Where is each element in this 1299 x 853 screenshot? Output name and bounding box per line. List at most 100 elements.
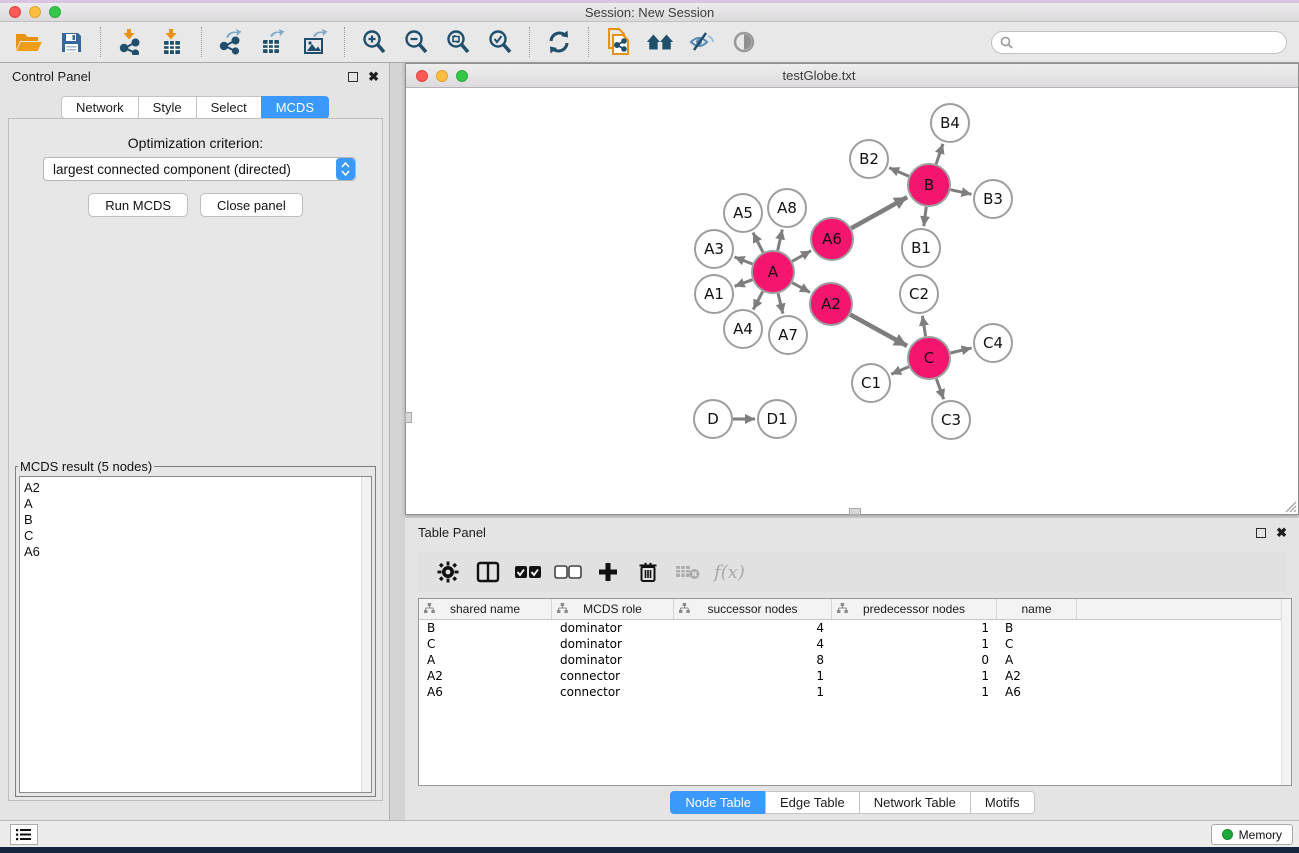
table-row-b[interactable]: Bdominator41B [419, 620, 1291, 636]
run-mcds-button[interactable]: Run MCDS [88, 193, 188, 217]
graph-node-D[interactable]: D [694, 400, 732, 438]
graph-node-B1[interactable]: B1 [902, 229, 940, 267]
graph-node-C3[interactable]: C3 [932, 401, 970, 439]
create-column-icon[interactable] [593, 557, 623, 587]
result-item-a6[interactable]: A6 [20, 544, 371, 560]
column-header-shared-name[interactable]: shared name [419, 599, 552, 619]
canvas-left-handle[interactable] [405, 412, 412, 423]
graph-node-A2[interactable]: A2 [810, 283, 852, 325]
close-table-panel-icon[interactable]: ✖ [1276, 528, 1287, 538]
import-network-icon[interactable] [115, 27, 145, 57]
edge-A2-C[interactable] [850, 315, 907, 346]
delete-column-icon[interactable] [633, 557, 663, 587]
graph-node-A5[interactable]: A5 [724, 194, 762, 232]
edge-C-C3[interactable] [936, 379, 943, 400]
task-history-button[interactable] [10, 824, 38, 845]
tab-network[interactable]: Network [61, 96, 139, 119]
edge-B-B1[interactable] [924, 207, 926, 226]
close-panel-icon[interactable]: ✖ [368, 72, 379, 82]
minimize-window-button[interactable] [29, 6, 41, 18]
table-row-a6[interactable]: A6connector11A6 [419, 684, 1291, 700]
export-table-icon[interactable] [258, 27, 288, 57]
edge-A-A7[interactable] [778, 293, 783, 313]
network-maximize-button[interactable] [456, 70, 468, 82]
zoom-fit-icon[interactable] [443, 27, 473, 57]
tab-style[interactable]: Style [138, 96, 197, 119]
graph-node-A8[interactable]: A8 [768, 189, 806, 227]
table-row-a[interactable]: Adominator80A [419, 652, 1291, 668]
result-item-c[interactable]: C [20, 528, 371, 544]
optimization-criterion-select[interactable]: largest connected component (directed) [43, 157, 356, 181]
tab-select[interactable]: Select [196, 96, 262, 119]
graph-node-A3[interactable]: A3 [695, 230, 733, 268]
maximize-window-button[interactable] [49, 6, 61, 18]
search-input[interactable] [1019, 35, 1278, 49]
result-item-a[interactable]: A [20, 496, 371, 512]
edge-A-A3[interactable] [734, 257, 752, 264]
graph-node-B3[interactable]: B3 [974, 180, 1012, 218]
graph-node-A[interactable]: A [752, 251, 794, 293]
tab-motifs[interactable]: Motifs [970, 791, 1035, 814]
tab-mcds[interactable]: MCDS [261, 96, 329, 119]
tab-network-table[interactable]: Network Table [859, 791, 971, 814]
edge-C-C4[interactable] [950, 348, 971, 353]
close-window-button[interactable] [9, 6, 21, 18]
result-item-a2[interactable]: A2 [20, 480, 371, 496]
graph-node-B[interactable]: B [908, 164, 950, 206]
network-minimize-button[interactable] [436, 70, 448, 82]
edge-C-C2[interactable] [922, 316, 925, 337]
edge-B-B3[interactable] [950, 190, 971, 195]
clone-network-icon[interactable] [603, 27, 633, 57]
hide-labels-icon[interactable] [687, 27, 717, 57]
zoom-selected-icon[interactable] [485, 27, 515, 57]
resize-grip[interactable] [1282, 498, 1297, 513]
import-table-icon[interactable] [157, 27, 187, 57]
table-settings-gear-icon[interactable] [433, 557, 463, 587]
table-row-c[interactable]: Cdominator41C [419, 636, 1291, 652]
export-image-icon[interactable] [300, 27, 330, 57]
table-row-a2[interactable]: A2connector11A2 [419, 668, 1291, 684]
save-session-icon[interactable] [56, 27, 86, 57]
graph-node-A1[interactable]: A1 [695, 275, 733, 313]
column-header-predecessor-nodes[interactable]: predecessor nodes [832, 599, 997, 619]
tab-edge-table[interactable]: Edge Table [765, 791, 860, 814]
edge-B-B2[interactable] [889, 168, 909, 177]
column-header-name[interactable]: name [997, 599, 1077, 619]
edge-B-B4[interactable] [936, 144, 943, 164]
zoom-out-icon[interactable] [401, 27, 431, 57]
canvas-bottom-handle[interactable] [849, 508, 861, 515]
graph-node-D1[interactable]: D1 [758, 400, 796, 438]
graph-node-C2[interactable]: C2 [900, 275, 938, 313]
memory-button[interactable]: Memory [1211, 824, 1293, 845]
unselect-all-columns-icon[interactable] [553, 557, 583, 587]
result-item-b[interactable]: B [20, 512, 371, 528]
search-field[interactable] [991, 31, 1287, 54]
network-graph[interactable]: AA1A3A4A5A7A8A6A2BB1B2B3B4CC1C2C3C4DD1 [407, 89, 1297, 513]
graph-node-C[interactable]: C [908, 337, 950, 379]
edge-C-C1[interactable] [891, 367, 909, 375]
graph-node-B4[interactable]: B4 [931, 104, 969, 142]
graph-node-C4[interactable]: C4 [974, 324, 1012, 362]
float-panel-icon[interactable] [348, 72, 358, 82]
result-list-scrollbar[interactable] [361, 477, 371, 792]
graph-node-A7[interactable]: A7 [769, 316, 807, 354]
network-close-button[interactable] [416, 70, 428, 82]
select-all-columns-icon[interactable] [513, 557, 543, 587]
close-panel-button[interactable]: Close panel [200, 193, 303, 217]
edge-A-A1[interactable] [735, 280, 753, 287]
tab-node-table[interactable]: Node Table [670, 791, 766, 814]
float-table-panel-icon[interactable] [1256, 528, 1266, 538]
column-header-successor-nodes[interactable]: successor nodes [674, 599, 832, 619]
open-session-icon[interactable] [14, 27, 44, 57]
zoom-in-icon[interactable] [359, 27, 389, 57]
edge-A-A4[interactable] [753, 291, 763, 309]
graph-node-A4[interactable]: A4 [724, 310, 762, 348]
export-network-icon[interactable] [216, 27, 246, 57]
home-networks-icon[interactable] [645, 27, 675, 57]
edge-A-A6[interactable] [792, 251, 811, 262]
table-scrollbar[interactable] [1281, 599, 1291, 785]
refresh-layout-icon[interactable] [544, 27, 574, 57]
network-canvas[interactable]: AA1A3A4A5A7A8A6A2BB1B2B3B4CC1C2C3C4DD1 [407, 89, 1297, 513]
graph-node-C1[interactable]: C1 [852, 364, 890, 402]
edge-A-A2[interactable] [792, 283, 810, 293]
